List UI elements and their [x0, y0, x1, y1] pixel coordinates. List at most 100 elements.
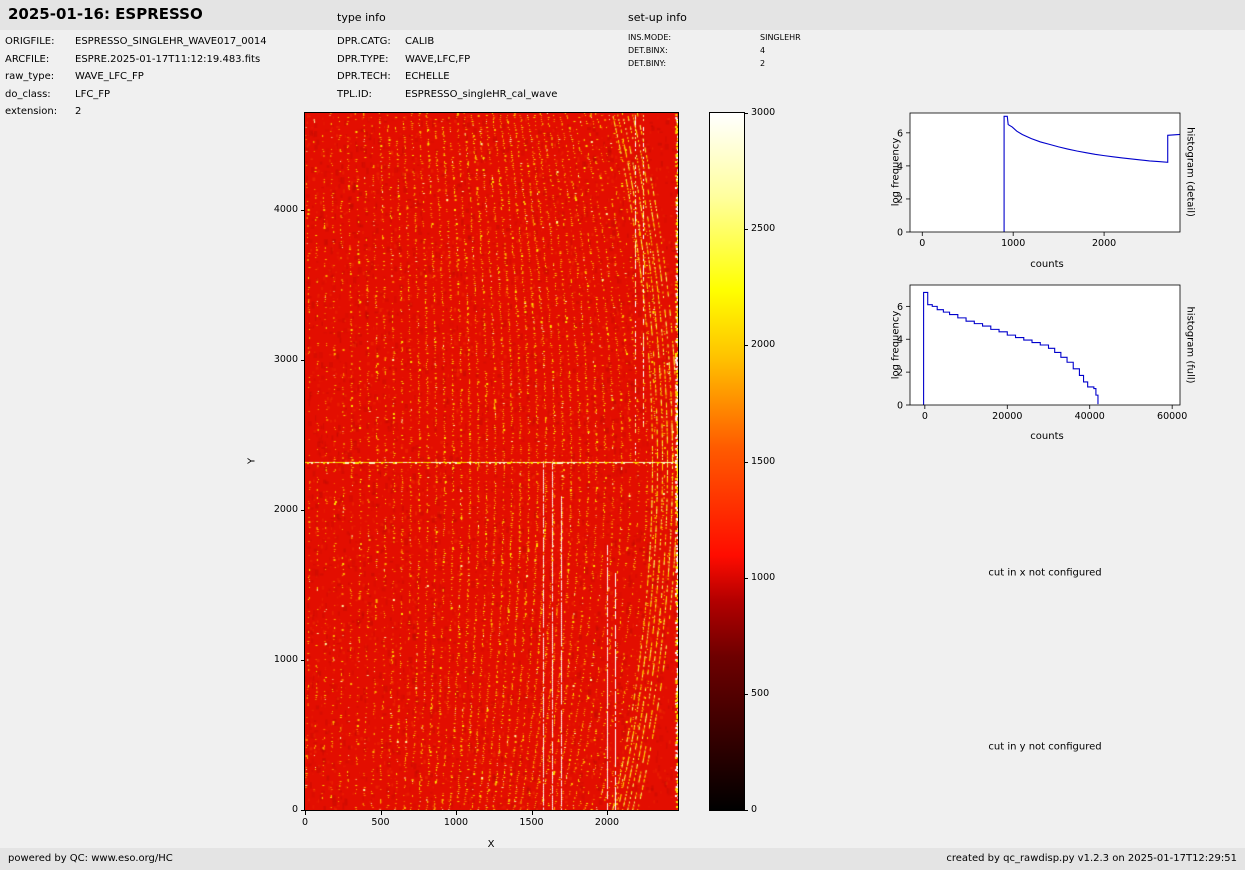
info-row: DET.BINX: 4 [628, 44, 801, 57]
info-row: TPL.ID: ESPRESSO_singleHR_cal_wave [337, 86, 557, 104]
info-label: ARCFILE: [5, 53, 50, 65]
info-row: extension: 2 [5, 103, 267, 121]
info-label: raw_type: [5, 71, 55, 83]
footer-left-text: powered by QC: www.eso.org/HC [8, 853, 173, 864]
info-label: DET.BINY: [628, 59, 667, 68]
raw-x-tick-label: 500 [371, 817, 390, 828]
histogram-full-side-title: histogram (full) [1184, 306, 1196, 384]
colorbar-tick-label: 1500 [751, 455, 776, 467]
raw-detector-image [305, 113, 678, 810]
file-info-block: ORIGFILE: ESPRESSO_SINGLEHR_WAVE017_0014 A… [5, 33, 267, 121]
colorbar-tick-label: 0 [751, 804, 758, 815]
colorbar-tick-label: 3000 [751, 107, 776, 118]
colorbar-tick-mark [744, 345, 748, 347]
raw-y-tick-label: 2000 [273, 504, 298, 516]
info-label: TPL.ID: [337, 88, 372, 100]
info-label: ORIGFILE: [5, 36, 55, 48]
raw-image-plot [305, 113, 678, 810]
raw-y-tick-label: 4000 [273, 204, 298, 216]
svg-text:0: 0 [897, 228, 903, 239]
footer-right-text: created by qc_rawdisp.py v1.2.3 on 2025-… [946, 853, 1237, 864]
info-value: 2 [760, 59, 766, 68]
colorbar-tick-label: 1000 [751, 571, 776, 583]
colorbar-tick-label: 500 [751, 687, 770, 699]
footer-bar: powered by QC: www.eso.org/HC created by… [0, 848, 1245, 870]
info-value: SINGLEHR [760, 33, 801, 42]
raw-x-tick-mark [380, 811, 382, 815]
setup-info-heading: set-up info [628, 11, 687, 24]
colorbar-tick-mark [744, 810, 748, 811]
svg-text:1000: 1000 [1001, 238, 1025, 249]
info-label: INS.MODE: [628, 33, 672, 42]
raw-x-tick-label: 0 [301, 817, 309, 828]
info-row: ARCFILE: ESPRE.2025-01-17T11:12:19.483.fi… [5, 51, 267, 69]
colorbar-tick-mark [744, 693, 748, 695]
info-label: DPR.TYPE: [337, 53, 389, 65]
info-label: extension: [5, 106, 58, 118]
info-value: ESPRE.2025-01-17T11:12:19.483.fits [75, 53, 261, 65]
histogram-detail-side-title: histogram (detail) [1184, 127, 1196, 217]
info-value: ECHELLE [405, 71, 450, 83]
raw-y-tick-label: 1000 [273, 654, 298, 666]
info-value: WAVE_LFC_FP [75, 71, 144, 83]
raw-y-tick-mark [301, 210, 305, 212]
cut-y-message: cut in y not configured [988, 741, 1102, 753]
raw-y-tick-mark [301, 660, 305, 662]
info-value: CALIB [405, 36, 435, 48]
info-value: LFC_FP [75, 88, 111, 100]
info-value: ESPRESSO_singleHR_cal_wave [405, 88, 558, 100]
raw-x-tick-mark [607, 811, 609, 815]
colorbar-tick-mark [744, 461, 748, 463]
info-value: ESPRESSO_SINGLEHR_WAVE017_0014 [75, 36, 267, 48]
histogram-full-x-axis-label: counts [1030, 431, 1064, 442]
svg-text:20000: 20000 [992, 411, 1022, 422]
info-row: ORIGFILE: ESPRESSO_SINGLEHR_WAVE017_0014 [5, 33, 267, 51]
info-row: INS.MODE: SINGLEHR [628, 31, 801, 44]
raw-x-tick-label: 1500 [519, 817, 544, 828]
info-row: do_class: LFC_FP [5, 86, 267, 104]
colorbar-tick-mark [744, 113, 748, 114]
info-value: 4 [760, 46, 766, 55]
raw-y-tick-label: 3000 [273, 354, 298, 366]
raw-x-tick-label: 2000 [594, 817, 620, 828]
cut-x-message: cut in x not configured [988, 567, 1102, 579]
info-label: DET.BINX: [628, 46, 668, 55]
type-info-heading: type info [337, 11, 386, 24]
info-label: DPR.TECH: [337, 71, 391, 83]
setup-info-block: INS.MODE: SINGLEHR DET.BINX: 4 DET.BINY: 2 [628, 31, 801, 70]
histogram-detail-chart: 0 1000 20000246 [897, 112, 1181, 249]
info-value: 2 [75, 106, 82, 118]
info-row: DET.BINY: 2 [628, 57, 801, 70]
colorbar [710, 113, 744, 810]
raw-y-tick-mark [301, 510, 305, 512]
raw-image-y-axis-label: Y [246, 457, 258, 465]
info-label: DPR.CATG: [337, 36, 391, 48]
histogram-full-chart: 0 20000 40000 600000246 [897, 284, 1187, 422]
svg-text:2000: 2000 [1092, 238, 1116, 249]
raw-y-tick-label: 0 [291, 804, 298, 815]
raw-x-tick-mark [531, 811, 533, 815]
info-row: DPR.CATG: CALIB [337, 33, 557, 51]
info-row: DPR.TECH: ECHELLE [337, 68, 557, 86]
svg-text:0: 0 [922, 411, 928, 422]
page-title: 2025-01-16: ESPRESSO [8, 5, 203, 23]
histogram-detail-y-axis-label: log frequency [890, 137, 902, 207]
colorbar-tick-label: 2000 [751, 339, 776, 351]
raw-x-tick-mark [305, 811, 306, 815]
svg-text:60000: 60000 [1157, 411, 1187, 422]
colorbar-tick-mark [744, 229, 748, 231]
info-value: WAVE,LFC,FP [405, 53, 471, 65]
type-info-block: DPR.CATG: CALIB DPR.TYPE: WAVE,LFC,FP DPR.TE… [337, 33, 557, 103]
svg-text:0: 0 [897, 401, 903, 412]
colorbar-tick-label: 2500 [751, 223, 776, 235]
histogram-detail-x-axis-label: counts [1030, 259, 1064, 270]
info-row: raw_type: WAVE_LFC_FP [5, 68, 267, 86]
info-label: do_class: [5, 88, 51, 100]
qc-rawdisp-page: 2025-01-16: ESPRESSO type info set-up in… [0, 0, 1245, 870]
svg-text:0: 0 [919, 238, 925, 249]
raw-x-tick-mark [456, 811, 457, 815]
histogram-full-y-axis-label: log frequency [890, 310, 902, 380]
header-bar: 2025-01-16: ESPRESSO type info set-up in… [0, 0, 1245, 30]
raw-y-tick-mark [301, 360, 305, 362]
svg-text:40000: 40000 [1075, 411, 1105, 422]
